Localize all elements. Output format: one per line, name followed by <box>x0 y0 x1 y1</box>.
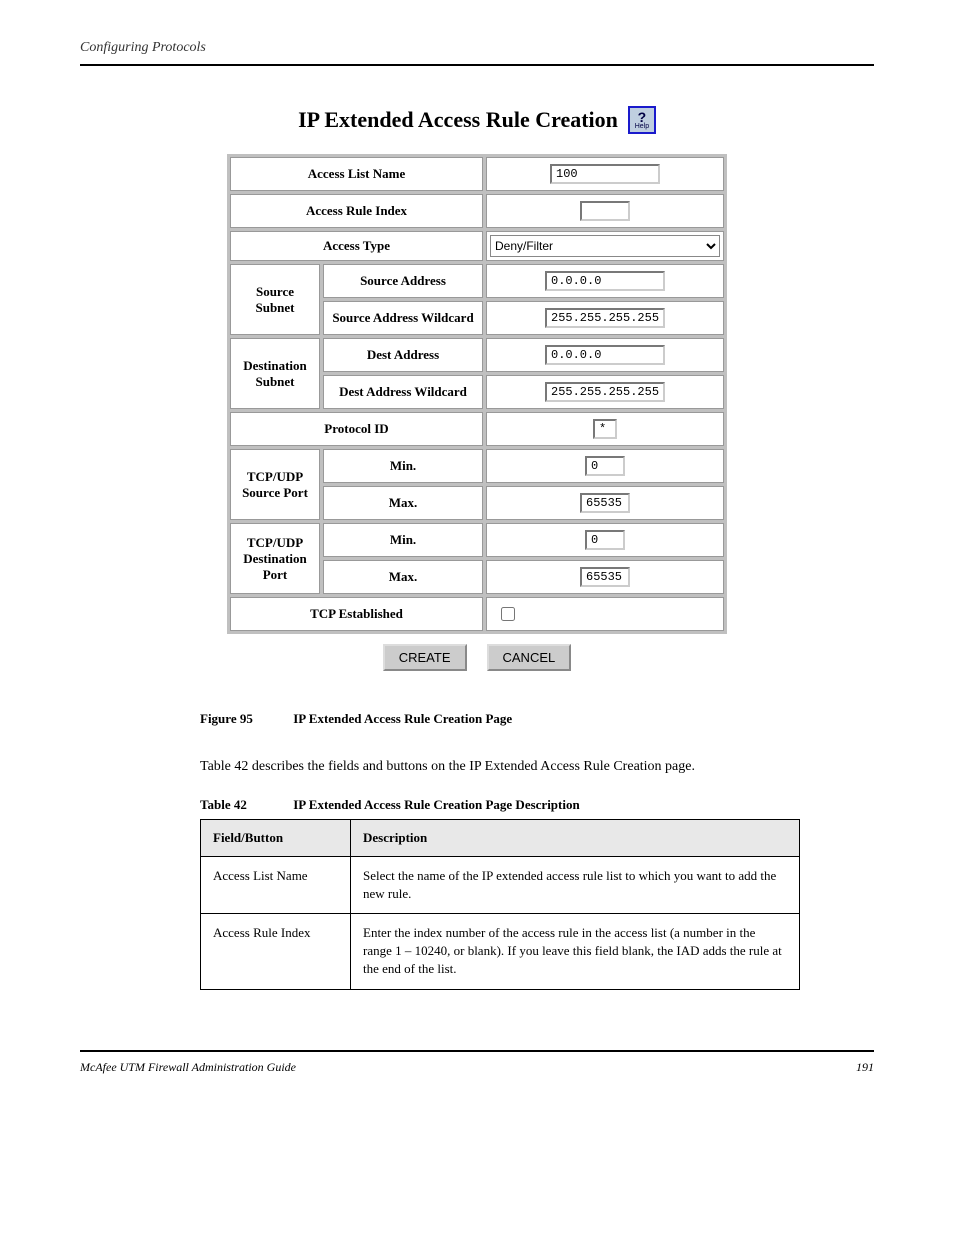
group-source-subnet: Source Subnet <box>230 264 320 335</box>
table-number: Table 42 <box>200 797 290 813</box>
label-dst-port-min: Min. <box>323 523 483 557</box>
label-access-list-name: Access List Name <box>230 157 483 191</box>
label-source-address: Source Address <box>323 264 483 298</box>
src-port-min-input[interactable] <box>585 456 625 476</box>
label-src-port-max: Max. <box>323 486 483 520</box>
breadcrumb: Configuring Protocols <box>80 40 874 56</box>
dst-port-min-input[interactable] <box>585 530 625 550</box>
header-rule <box>80 64 874 66</box>
figure-number: Figure 95 <box>200 711 290 727</box>
label-source-wildcard: Source Address Wildcard <box>323 301 483 335</box>
footer-left: McAfee UTM Firewall Administration Guide <box>80 1060 296 1075</box>
figure-caption: Figure 95 IP Extended Access Rule Creati… <box>200 711 874 727</box>
label-dest-address: Dest Address <box>323 338 483 372</box>
description-table: Field/Button Description Access List Nam… <box>200 819 800 990</box>
label-access-rule-index: Access Rule Index <box>230 194 483 228</box>
label-access-type: Access Type <box>230 231 483 261</box>
page-footer: McAfee UTM Firewall Administration Guide… <box>80 1050 874 1075</box>
label-protocol-id: Protocol ID <box>230 412 483 446</box>
dest-address-input[interactable] <box>545 345 665 365</box>
footer-page-number: 191 <box>856 1060 874 1075</box>
button-row: CREATE CANCEL <box>80 644 874 671</box>
form-title-row: IP Extended Access Rule Creation ? Help <box>80 106 874 134</box>
src-port-max-input[interactable] <box>580 493 630 513</box>
dest-wildcard-input[interactable] <box>545 382 665 402</box>
help-icon[interactable]: ? Help <box>628 106 656 134</box>
source-wildcard-input[interactable] <box>545 308 665 328</box>
table-row: Access Rule Index Enter the index number… <box>201 913 800 989</box>
figure-title: IP Extended Access Rule Creation Page <box>293 711 512 726</box>
tcp-established-checkbox[interactable] <box>501 607 515 621</box>
group-dst-port: TCP/UDP Destination Port <box>230 523 320 594</box>
access-rule-form: Access List Name Access Rule Index Acces… <box>227 154 727 634</box>
table-title: IP Extended Access Rule Creation Page De… <box>293 797 579 812</box>
create-button[interactable]: CREATE <box>383 644 467 671</box>
label-tcp-established: TCP Established <box>230 597 483 631</box>
desc-value: Enter the index number of the access rul… <box>351 913 800 989</box>
dst-port-max-input[interactable] <box>580 567 630 587</box>
access-rule-index-input[interactable] <box>580 201 630 221</box>
access-list-name-input[interactable] <box>550 164 660 184</box>
table-row: Access List Name Select the name of the … <box>201 856 800 913</box>
desc-field: Access List Name <box>201 856 351 913</box>
label-src-port-min: Min. <box>323 449 483 483</box>
group-dest-subnet: Destination Subnet <box>230 338 320 409</box>
description-intro: Table 42 describes the fields and button… <box>200 757 800 777</box>
group-src-port: TCP/UDP Source Port <box>230 449 320 520</box>
desc-col-desc: Description <box>351 819 800 856</box>
label-dst-port-max: Max. <box>323 560 483 594</box>
table-caption: Table 42 IP Extended Access Rule Creatio… <box>200 797 874 813</box>
desc-value: Select the name of the IP extended acces… <box>351 856 800 913</box>
source-address-input[interactable] <box>545 271 665 291</box>
label-dest-wildcard: Dest Address Wildcard <box>323 375 483 409</box>
page-title: IP Extended Access Rule Creation <box>298 107 618 133</box>
desc-field: Access Rule Index <box>201 913 351 989</box>
cancel-button[interactable]: CANCEL <box>487 644 572 671</box>
access-type-select[interactable]: Deny/Filter <box>490 235 720 257</box>
desc-col-field: Field/Button <box>201 819 351 856</box>
protocol-id-input[interactable] <box>593 419 617 439</box>
